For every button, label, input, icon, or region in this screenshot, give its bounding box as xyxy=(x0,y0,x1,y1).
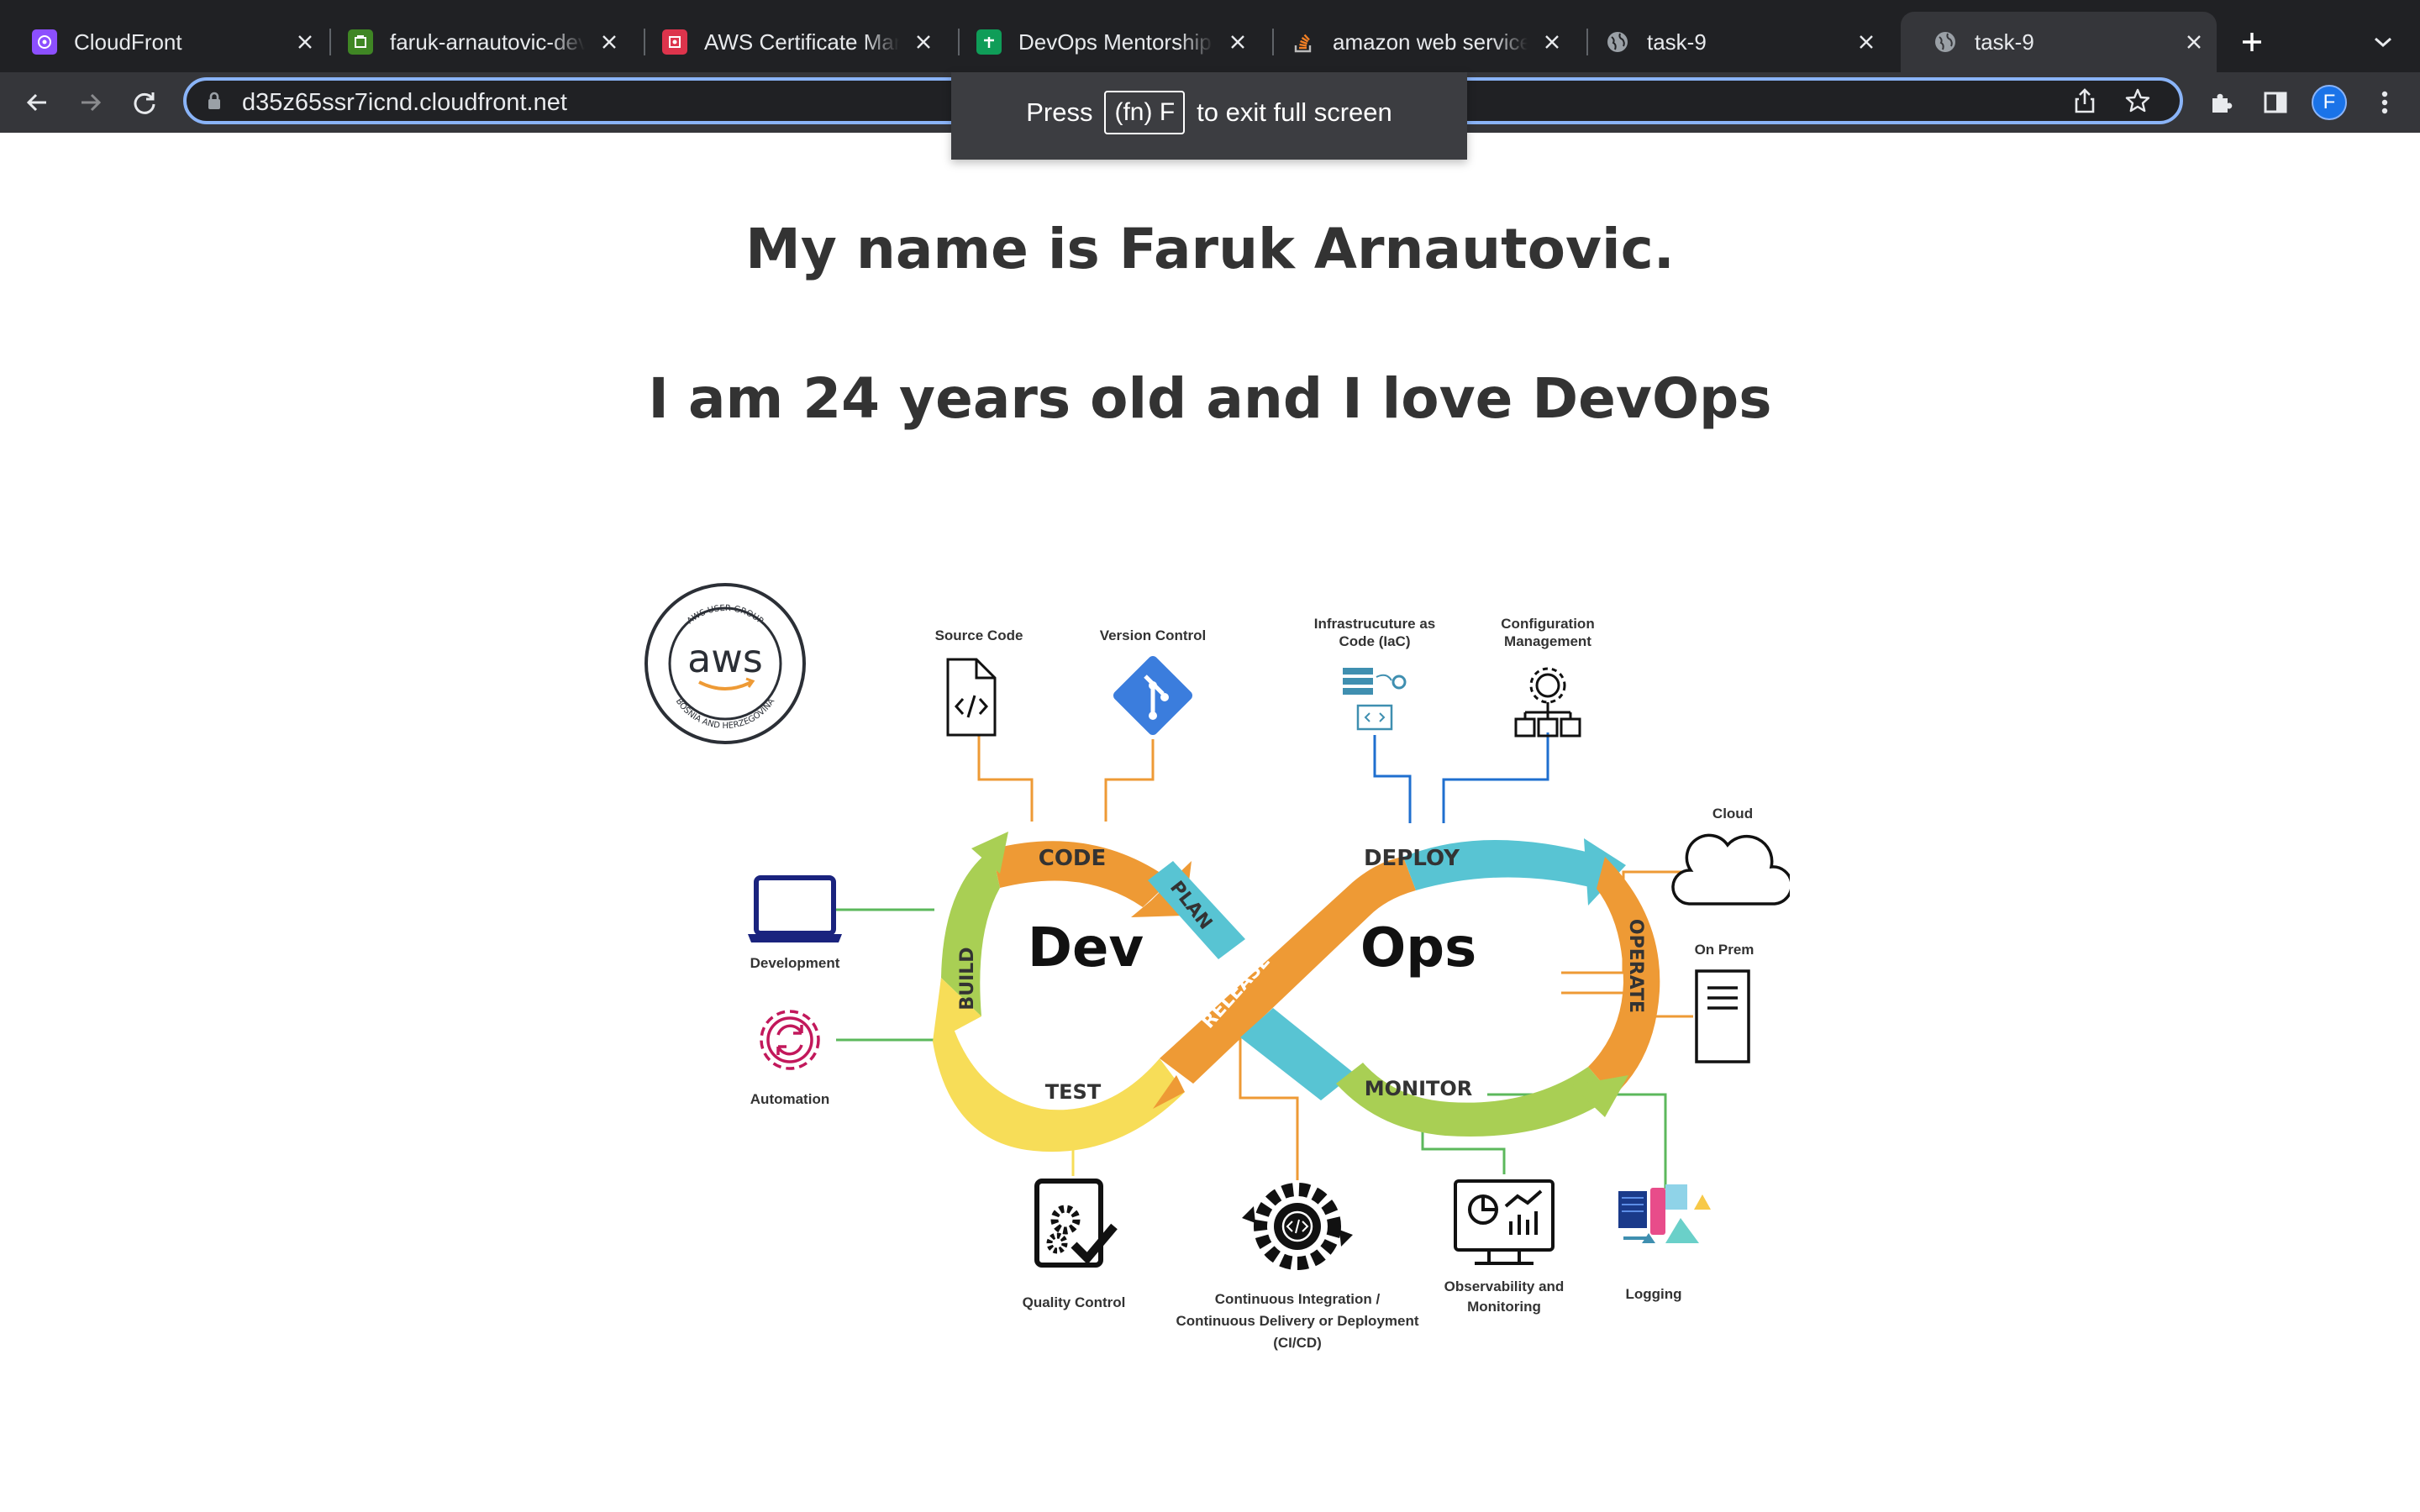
close-tab-icon[interactable] xyxy=(1854,29,1879,55)
stage-deploy-label: DEPLOY xyxy=(1364,846,1460,871)
tab-amazon-web-services[interactable]: amazon web services xyxy=(1259,17,1575,67)
menu-kebab-icon[interactable] xyxy=(2363,81,2407,124)
close-tab-icon[interactable] xyxy=(1539,29,1565,55)
stage-operate-label: OPERATE xyxy=(1625,919,1646,1013)
back-button[interactable] xyxy=(15,81,59,124)
fullscreen-exit-toast: Press (fn) F to exit full screen xyxy=(951,72,1467,160)
observability-label: Observability and Monitoring xyxy=(1444,1278,1565,1315)
aws-logo-text: aws xyxy=(687,636,763,681)
close-tab-icon[interactable] xyxy=(292,29,318,55)
source-code-icon xyxy=(946,658,997,737)
tab-search-chevron-icon[interactable] xyxy=(2361,20,2405,64)
tab-task-9-active[interactable]: task-9 xyxy=(1901,12,2217,72)
infrastructure-as-code-icon xyxy=(1343,668,1407,731)
cloud-label: Cloud xyxy=(1712,806,1754,822)
dev-word: Dev xyxy=(1028,917,1144,979)
git-version-control-icon xyxy=(1113,655,1193,736)
bookmark-star-icon[interactable] xyxy=(2124,87,2151,118)
share-icon[interactable] xyxy=(2072,87,2097,118)
iac-label: Infrastrucuture as Code (IaC) xyxy=(1313,616,1436,649)
stack-overflow-icon xyxy=(1291,29,1316,55)
devops-infinity-diagram: CODE PLAN BUILD TEST RELEASE DEPLOY OPER… xyxy=(639,571,1790,1361)
quality-control-icon xyxy=(1034,1179,1118,1268)
s3-bucket-icon xyxy=(348,29,373,55)
close-tab-icon[interactable] xyxy=(597,29,622,55)
tab-s3-bucket[interactable]: faruk-arnautovic-devops xyxy=(316,17,632,67)
close-tab-icon[interactable] xyxy=(2181,29,2207,55)
tab-title: CloudFront xyxy=(74,29,182,55)
configuration-management-icon xyxy=(1514,667,1581,738)
configuration-management-label: Configuration Management xyxy=(1501,616,1595,649)
ops-word: Ops xyxy=(1360,917,1476,979)
toast-prefix: Press xyxy=(1026,97,1093,127)
automation-gear-icon xyxy=(760,1010,820,1070)
cloud-icon xyxy=(1671,833,1790,906)
stage-code-label: CODE xyxy=(1039,846,1107,871)
tab-cloudfront[interactable]: CloudFront xyxy=(0,17,328,67)
new-tab-button[interactable] xyxy=(2230,20,2274,64)
tab-strip: CloudFront faruk-arnautovic-devops AWS C… xyxy=(0,0,2420,72)
tab-title: faruk-arnautovic-devops xyxy=(390,29,585,55)
side-panel-icon[interactable] xyxy=(2254,81,2297,124)
logging-label: Logging xyxy=(1625,1286,1682,1302)
lock-icon[interactable] xyxy=(207,91,222,115)
cicd-label: Continuous Integration / Continuous Deli… xyxy=(1176,1291,1419,1351)
tab-devops-mentorship[interactable]: DevOps Mentorship Program xyxy=(944,17,1260,67)
stage-monitor-label: MONITOR xyxy=(1365,1077,1473,1100)
url-text[interactable]: d35z65ssr7icnd.cloudfront.net xyxy=(242,89,567,117)
cloudfront-icon xyxy=(32,29,57,55)
profile-initial: F xyxy=(2323,91,2336,113)
close-tab-icon[interactable] xyxy=(911,29,936,55)
version-control-label: Version Control xyxy=(1099,627,1207,643)
globe-icon xyxy=(1933,29,1958,55)
aws-user-group-logo: aws AWS USER GROUP BOSNIA AND HERZEGOVIN… xyxy=(644,583,806,744)
stage-test-label: TEST xyxy=(1045,1080,1102,1104)
tab-title: DevOps Mentorship Program xyxy=(1018,29,1213,55)
quality-control-label: Quality Control xyxy=(1022,1294,1126,1310)
toast-key: (fn) F xyxy=(1104,91,1186,134)
laptop-development-icon xyxy=(748,875,842,942)
tab-title: AWS Certificate Manager xyxy=(704,29,899,55)
page-heading-age: I am 24 years old and I love DevOps xyxy=(648,366,1772,431)
automation-label: Automation xyxy=(750,1091,830,1107)
tab-certificate-manager[interactable]: AWS Certificate Manager xyxy=(630,17,946,67)
extensions-puzzle-icon[interactable] xyxy=(2200,81,2244,124)
page-heading-name: My name is Faruk Arnautovic. xyxy=(745,217,1675,281)
stage-build-label: BUILD xyxy=(957,947,978,1010)
tab-title: task-9 xyxy=(1975,29,2034,55)
google-sheets-icon xyxy=(976,29,1002,55)
logging-icon xyxy=(1618,1184,1711,1243)
tab-title: task-9 xyxy=(1647,29,1707,55)
forward-button[interactable] xyxy=(69,81,113,124)
source-code-label: Source Code xyxy=(934,627,1023,643)
tab-task-9[interactable]: task-9 xyxy=(1573,17,1889,67)
close-tab-icon[interactable] xyxy=(1225,29,1250,55)
profile-avatar[interactable]: F xyxy=(2307,81,2351,124)
tab-title: amazon web services xyxy=(1333,29,1528,55)
globe-icon xyxy=(1605,29,1630,55)
cicd-gear-icon xyxy=(1242,1183,1353,1270)
on-prem-label: On Prem xyxy=(1694,942,1754,958)
reload-button[interactable] xyxy=(123,81,166,124)
certificate-manager-icon xyxy=(662,29,687,55)
development-label: Development xyxy=(750,955,840,971)
observability-monitor-icon xyxy=(1454,1179,1555,1265)
toast-suffix: to exit full screen xyxy=(1197,97,1392,127)
on-prem-server-icon xyxy=(1695,969,1750,1063)
